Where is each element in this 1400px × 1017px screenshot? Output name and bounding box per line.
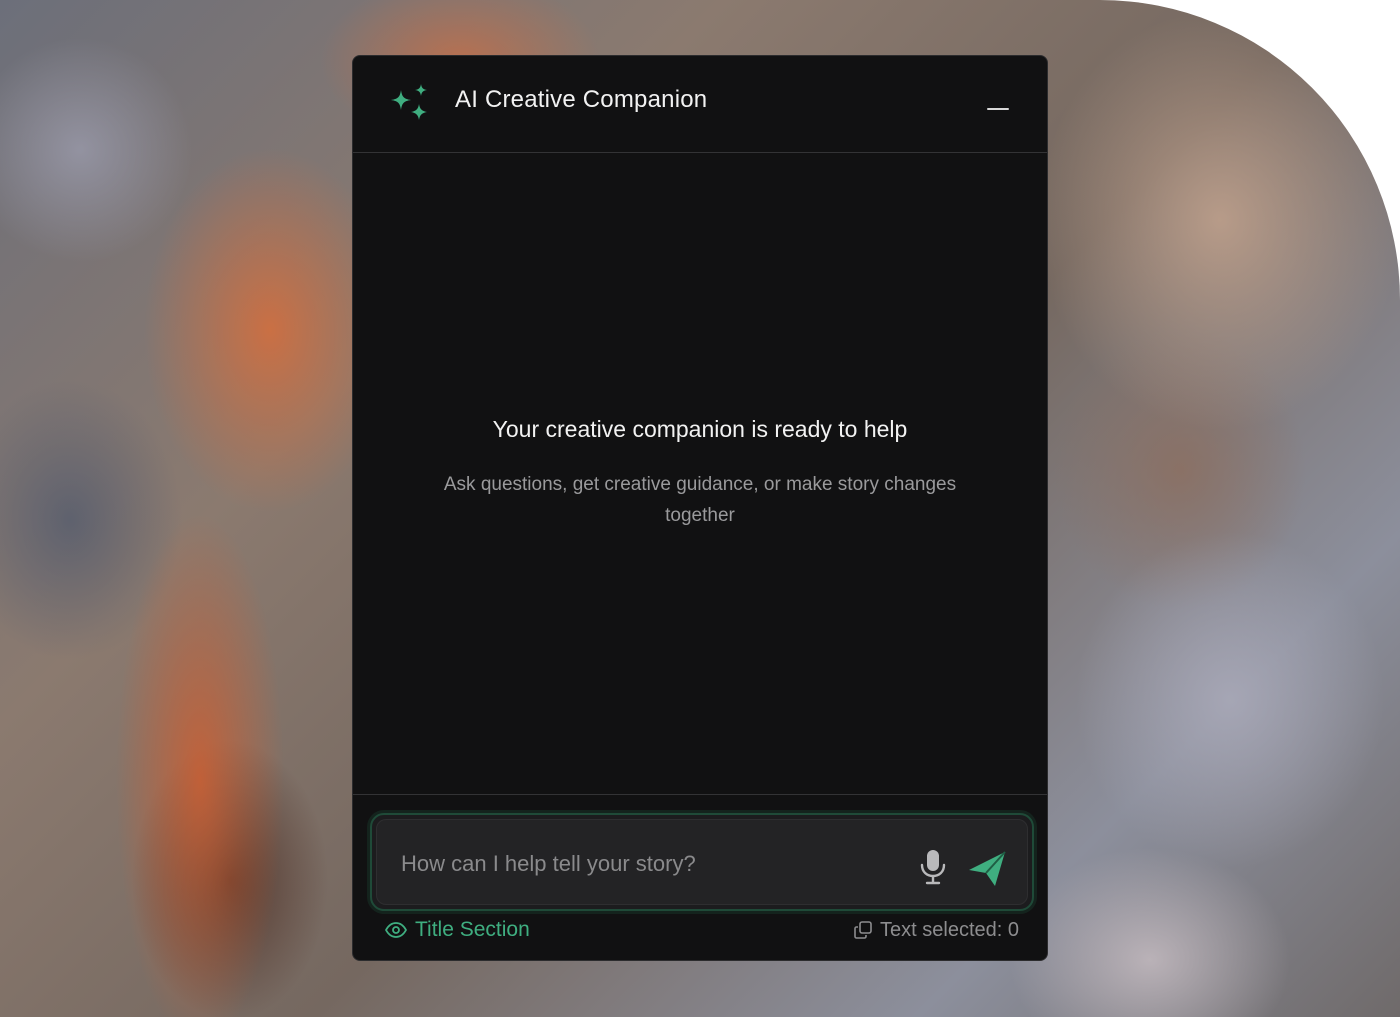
prompt-input[interactable] <box>399 846 883 882</box>
text-selected-count: Text selected: 0 <box>880 918 1019 941</box>
microphone-icon[interactable] <box>918 848 948 886</box>
eye-icon <box>385 922 407 938</box>
selection-indicator: Text selected: 0 <box>854 916 1019 944</box>
divider <box>353 794 1047 795</box>
sparkles-icon <box>391 84 427 120</box>
minimize-button[interactable] <box>987 96 1011 120</box>
empty-state-title: Your creative companion is ready to help <box>492 416 908 442</box>
send-icon[interactable] <box>967 848 1007 888</box>
panel-header: AI Creative Companion <box>353 56 1047 153</box>
ai-companion-panel: AI Creative Companion Your creative comp… <box>352 55 1048 961</box>
panel-title: AI Creative Companion <box>455 86 708 113</box>
minimize-icon <box>987 108 1009 110</box>
section-label: Title Section <box>415 918 530 941</box>
composer-field-container <box>376 819 1028 905</box>
copy-icon <box>854 921 872 939</box>
empty-state-subtitle: Ask questions, get creative guidance, or… <box>443 474 957 526</box>
current-section-indicator[interactable]: Title Section <box>385 916 530 944</box>
empty-state: Your creative companion is ready to help… <box>353 416 1047 531</box>
composer <box>370 813 1034 911</box>
